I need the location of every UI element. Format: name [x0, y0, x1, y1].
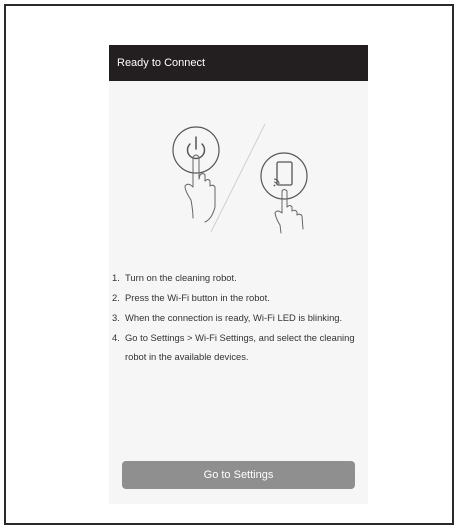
power-icon [172, 126, 220, 174]
connection-illustration [172, 123, 308, 234]
hand-tap-icon [274, 189, 304, 234]
instruction-step: 4. Go to Settings > Wi-Fi Settings, and … [112, 328, 362, 366]
step-text: Go to Settings > Wi-Fi Settings, and sel… [125, 332, 355, 362]
step-number: 2. [112, 292, 120, 303]
step-number: 3. [112, 312, 120, 323]
step-text: Press the Wi-Fi button in the robot. [125, 292, 270, 303]
instruction-list: 1. Turn on the cleaning robot. 2. Press … [112, 268, 362, 367]
go-to-settings-button[interactable]: Go to Settings [122, 461, 355, 489]
instruction-step: 2. Press the Wi-Fi button in the robot. [112, 288, 362, 307]
hand-press-icon [184, 154, 216, 223]
go-to-settings-label: Go to Settings [203, 469, 274, 481]
title-bar: Ready to Connect [109, 45, 368, 81]
phone-screen: Ready to Connect 1. Turn on the cleaning… [109, 45, 368, 504]
divider-line [210, 123, 266, 233]
instruction-step: 1. Turn on the cleaning robot. [112, 268, 362, 287]
step-number: 1. [112, 272, 120, 283]
step-number: 4. [112, 332, 120, 343]
page-title: Ready to Connect [117, 57, 206, 69]
step-text: Turn on the cleaning robot. [125, 272, 237, 283]
step-text: When the connection is ready, Wi-Fi LED … [125, 312, 343, 323]
phone-wifi-icon [260, 152, 308, 200]
instruction-step: 3. When the connection is ready, Wi-Fi L… [112, 308, 362, 327]
